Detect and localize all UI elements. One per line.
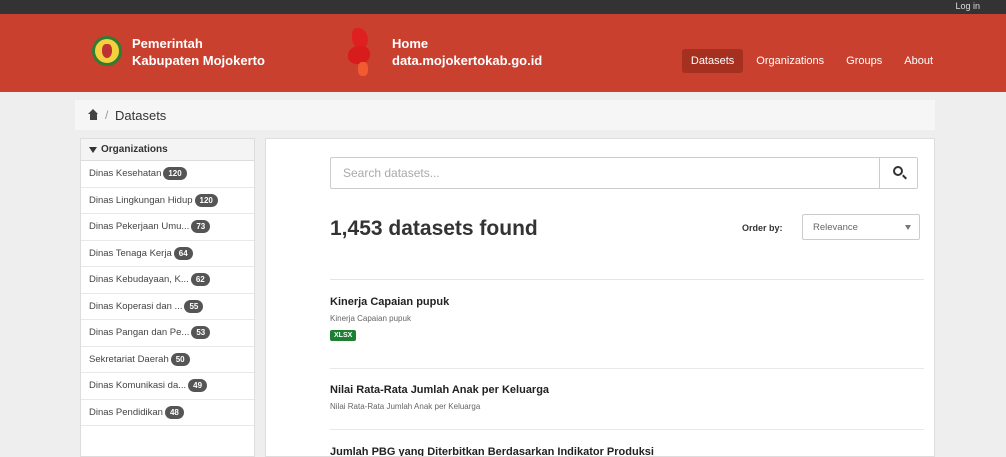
- facet-heading: Organizations: [81, 139, 254, 161]
- format-badge[interactable]: XLSX: [330, 330, 357, 341]
- facet-item-label: Dinas Koperasi dan ...: [89, 300, 183, 312]
- facet-item-label: Dinas Pendidikan: [89, 406, 163, 418]
- facet-item-label: Dinas Tenaga Kerja: [89, 247, 172, 259]
- search-input[interactable]: [331, 158, 879, 188]
- count-badge: 73: [191, 220, 211, 234]
- facet-item[interactable]: Sekretariat Daerah 50: [81, 347, 254, 373]
- breadcrumb: / Datasets: [75, 100, 935, 130]
- dataset-item: Kinerja Capaian pupuk Kinerja Capaian pu…: [330, 296, 924, 342]
- site-title-right[interactable]: Home data.mojokertokab.go.id: [392, 35, 542, 69]
- kabupaten-logo-icon[interactable]: [92, 36, 122, 66]
- breadcrumb-separator: /: [105, 108, 109, 122]
- dataset-item: Nilai Rata-Rata Jumlah Anak per Keluarga…: [330, 384, 924, 411]
- facet-item[interactable]: Dinas Tenaga Kerja 64: [81, 241, 254, 267]
- dataset-title[interactable]: Jumlah PBG yang Diterbitkan Berdasarkan …: [330, 446, 924, 456]
- order-by-value: Relevance: [813, 222, 858, 233]
- dataset-item: Jumlah PBG yang Diterbitkan Berdasarkan …: [330, 446, 924, 456]
- count-badge: 49: [188, 379, 208, 393]
- nav-datasets[interactable]: Datasets: [681, 49, 744, 73]
- facet-item-label: Dinas Kebudayaan, K...: [89, 274, 189, 286]
- facet-heading-label: Organizations: [101, 144, 168, 155]
- count-badge: 120: [194, 193, 218, 207]
- order-by-select[interactable]: Relevance: [802, 214, 920, 240]
- facet-item[interactable]: Dinas Pendidikan 48: [81, 400, 254, 426]
- facet-item[interactable]: Dinas Lingkungan Hidup 120: [81, 188, 254, 214]
- results-count: 1,453 datasets found: [330, 217, 538, 240]
- filter-icon: [89, 146, 97, 153]
- count-badge: 48: [164, 405, 184, 419]
- facet-item[interactable]: Dinas Pekerjaan Umu... 73: [81, 214, 254, 241]
- facet-item[interactable]: Dinas Kesehatan 120: [81, 161, 254, 188]
- dataset-results-panel: 1,453 datasets found Order by: Relevance…: [265, 138, 935, 457]
- organizations-facet: Organizations Dinas Kesehatan 120 Dinas L…: [80, 138, 255, 457]
- mojokerto-map-logo-icon[interactable]: [348, 28, 374, 80]
- dataset-title[interactable]: Nilai Rata-Rata Jumlah Anak per Keluarga: [330, 384, 924, 396]
- facet-item-label: Dinas Kesehatan: [89, 168, 162, 180]
- main-nav: Datasets Organizations Groups About: [681, 49, 942, 73]
- count-badge: 55: [184, 299, 204, 313]
- results-divider: [330, 279, 924, 280]
- nav-organizations[interactable]: Organizations: [747, 49, 833, 73]
- top-strip: Log in: [0, 0, 1006, 14]
- facet-item-label: Dinas Pekerjaan Umu...: [89, 221, 190, 233]
- site-title-left[interactable]: Pemerintah Kabupaten Mojokerto: [132, 35, 265, 69]
- facet-item[interactable]: Dinas Pangan dan Pe... 53: [81, 320, 254, 347]
- facet-item-label: Dinas Komunikasi da...: [89, 380, 187, 392]
- facet-item-label: Dinas Lingkungan Hidup: [89, 194, 193, 206]
- search-form: [330, 157, 918, 189]
- chevron-down-icon: [905, 225, 911, 230]
- facet-item[interactable]: Dinas Kebudayaan, K... 62: [81, 267, 254, 294]
- count-badge: 53: [191, 326, 211, 340]
- count-badge: 50: [170, 352, 190, 366]
- dataset-title[interactable]: Kinerja Capaian pupuk: [330, 296, 924, 308]
- masthead: Pemerintah Kabupaten Mojokerto Home data…: [0, 14, 1006, 92]
- login-link[interactable]: Log in: [955, 1, 980, 11]
- site-title-left-line2: Kabupaten Mojokerto: [132, 53, 265, 68]
- site-title-right-line1: Home: [392, 36, 429, 51]
- facet-item-label: Dinas Pangan dan Pe...: [89, 327, 190, 339]
- facet-item-label: Sekretariat Daerah: [89, 353, 169, 365]
- breadcrumb-current[interactable]: Datasets: [115, 108, 166, 123]
- facet-item[interactable]: Dinas Koperasi dan ... 55: [81, 294, 254, 320]
- facet-item[interactable]: Dinas Komunikasi da... 49: [81, 373, 254, 400]
- search-icon: [893, 166, 903, 176]
- home-icon[interactable]: [88, 109, 99, 120]
- search-button[interactable]: [879, 158, 917, 188]
- nav-about[interactable]: About: [895, 49, 942, 73]
- order-by-label: Order by:: [742, 223, 783, 233]
- item-divider: [330, 429, 924, 430]
- count-badge: 120: [163, 167, 187, 181]
- dataset-notes: Kinerja Capaian pupuk: [330, 314, 411, 323]
- item-divider: [330, 368, 924, 369]
- dataset-notes: Nilai Rata-Rata Jumlah Anak per Keluarga: [330, 402, 481, 411]
- count-badge: 64: [173, 246, 193, 260]
- count-badge: 62: [190, 273, 210, 287]
- site-title-right-line2: data.mojokertokab.go.id: [392, 53, 543, 68]
- site-title-left-line1: Pemerintah: [132, 36, 203, 51]
- nav-groups[interactable]: Groups: [837, 49, 891, 73]
